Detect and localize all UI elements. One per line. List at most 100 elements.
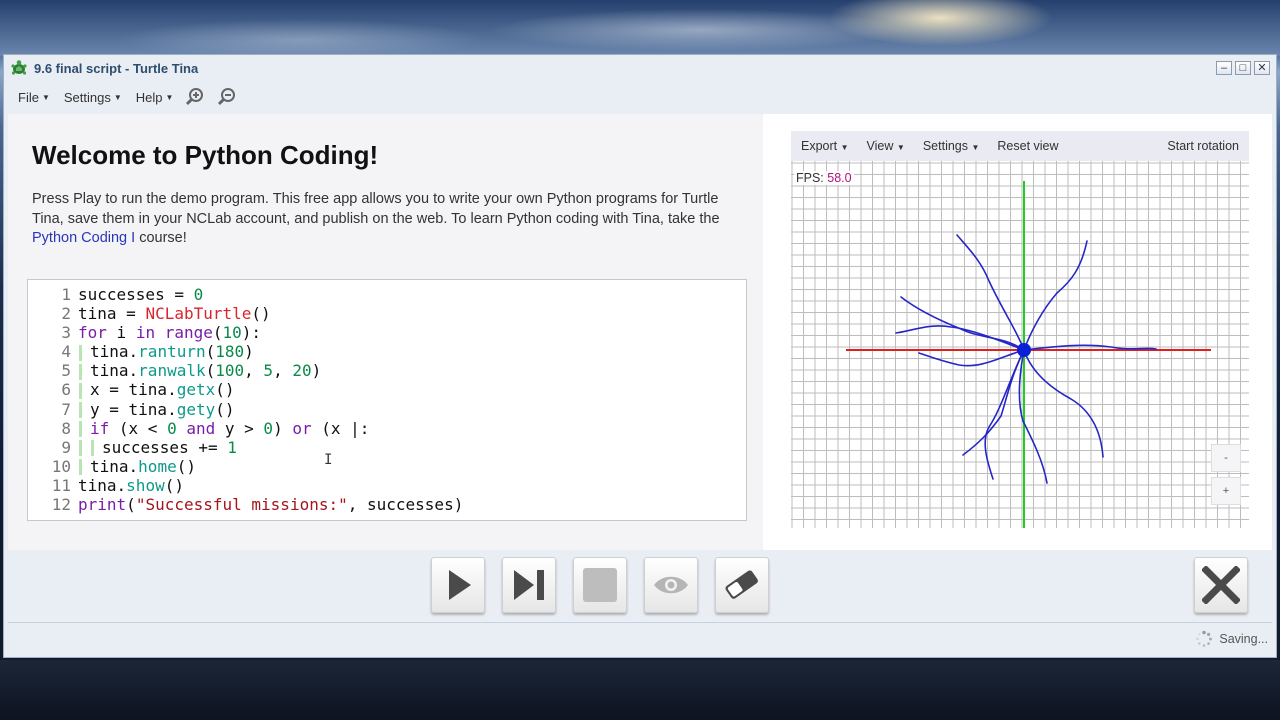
turtle-path <box>895 325 1025 351</box>
line-number: 9 <box>61 437 71 457</box>
code-token: 10 <box>222 323 242 343</box>
chevron-down-icon: ▼ <box>165 92 174 102</box>
start-rotation-button[interactable]: Start rotation <box>1167 139 1239 153</box>
stop-button[interactable] <box>573 557 627 613</box>
code-line[interactable]: 3 for i in range(10): <box>28 323 463 342</box>
code-text: successes += 1 <box>78 438 237 457</box>
code-line[interactable]: 8 if (x < 0 and y > 0) or (x |: <box>28 419 463 438</box>
stop-icon <box>583 568 617 602</box>
turtle-icon <box>11 60 27 75</box>
watch-button[interactable] <box>644 557 698 613</box>
canvas-menu-export[interactable]: Export ▼ <box>801 139 849 153</box>
code-token: in <box>135 323 156 343</box>
line-number: 1 <box>61 285 71 304</box>
code-token: ranwalk <box>138 361 206 381</box>
line-number: 7 <box>61 399 71 419</box>
code-text: print("Successful missions:", successes) <box>78 495 463 514</box>
code-text: tina.show() <box>78 476 184 495</box>
code-text: y = tina.gety() <box>78 400 235 419</box>
code-line[interactable]: 7 y = tina.gety() <box>28 400 463 419</box>
export-label: Export <box>801 139 838 153</box>
code-token: () <box>215 399 235 419</box>
code-token: ) <box>311 361 322 381</box>
code-token: 0 <box>193 285 204 304</box>
window-title: 9.6 final script - Turtle Tina <box>34 60 199 76</box>
code-line[interactable]: 10 tina.home() <box>28 457 463 476</box>
menu-settings[interactable]: Settings ▼ <box>64 90 122 105</box>
code-line[interactable]: 4 tina.ranturn(180) <box>28 342 463 361</box>
menu-file[interactable]: File ▼ <box>18 90 50 105</box>
play-button[interactable] <box>431 557 485 613</box>
code-line[interactable]: 9 successes += 1 <box>28 438 463 457</box>
code-line[interactable]: 1 successes = 0 <box>28 285 463 304</box>
eraser-icon <box>725 570 758 599</box>
code-token: y = tina. <box>90 399 177 419</box>
zoom-out-button[interactable]: - <box>1211 444 1241 472</box>
code-token: if <box>90 418 110 438</box>
code-line[interactable]: 5 tina.ranwalk(100, 5, 20) <box>28 361 463 380</box>
canvas-menu-settings[interactable]: Settings ▼ <box>923 139 980 153</box>
desktop-sky <box>0 0 1280 56</box>
code-token: (x |: <box>311 418 370 438</box>
code-token: or <box>292 418 312 438</box>
code-token: ): <box>241 323 262 343</box>
play-icon <box>449 570 471 600</box>
canvas-toolbar: Export ▼ View ▼ Settings ▼ Reset view St… <box>791 131 1249 161</box>
code-lines: 1 successes = 0 2 tina = NCLabTurtle() 3 for … <box>28 285 464 514</box>
python-coding-link[interactable]: Python Coding I <box>32 230 135 246</box>
code-token: i <box>106 323 136 343</box>
code-token: print <box>78 495 127 515</box>
code-line[interactable]: 11 tina.show() <box>28 476 463 495</box>
step-button[interactable] <box>502 557 556 613</box>
app-window: 9.6 final script - Turtle Tina – □ ✕ Fil… <box>3 54 1277 658</box>
menu-file-label: File <box>18 89 39 105</box>
title-bar: 9.6 final script - Turtle Tina – □ ✕ <box>4 55 1276 81</box>
code-token: , <box>273 361 293 381</box>
code-token: ( <box>205 361 216 381</box>
turtle-path <box>956 234 1025 351</box>
maximize-icon[interactable]: □ <box>1235 61 1251 75</box>
close-button[interactable] <box>1194 557 1248 613</box>
turtle-plot[interactable] <box>791 161 1249 528</box>
status-text: Saving... <box>1219 631 1268 646</box>
turtle-path <box>918 349 1025 367</box>
eraser-button[interactable] <box>715 557 769 613</box>
code-line[interactable]: 2 tina = NCLabTurtle() <box>28 304 463 323</box>
code-token: tina. <box>78 475 127 495</box>
code-token: 100 <box>215 361 245 381</box>
code-line[interactable]: 12 print("Successful missions:", successe… <box>28 495 464 514</box>
indent-guide <box>91 440 94 457</box>
step-icon <box>514 570 544 600</box>
code-text: tina = NCLabTurtle() <box>78 304 271 323</box>
code-token: successes += <box>102 437 228 457</box>
desktop-landscape <box>0 660 1280 720</box>
indent-guide <box>79 402 82 419</box>
code-token: 0 <box>167 418 177 438</box>
main-content: Welcome to Python Coding! Press Play to … <box>8 114 1272 550</box>
line-number: 11 <box>51 475 71 495</box>
zoom-in-icon[interactable] <box>185 87 205 107</box>
minimize-icon[interactable]: – <box>1216 61 1232 75</box>
code-line[interactable]: 6 x = tina.getx() <box>28 380 463 399</box>
turtle-path <box>984 349 1025 480</box>
spinner-icon <box>1196 630 1213 647</box>
reset-view-button[interactable]: Reset view <box>997 139 1058 153</box>
menu-bar: File ▼ Settings ▼ Help ▼ <box>4 81 1276 113</box>
canvas-menu-view[interactable]: View ▼ <box>867 139 905 153</box>
fps-value: 58.0 <box>827 171 852 185</box>
line-number: 4 <box>61 342 71 362</box>
menu-help[interactable]: Help ▼ <box>136 90 174 105</box>
close-icon[interactable]: ✕ <box>1254 61 1270 75</box>
menu-settings-label: Settings <box>63 89 111 105</box>
chevron-down-icon: ▼ <box>41 92 50 102</box>
code-editor[interactable]: 1 successes = 0 2 tina = NCLabTurtle() 3 for … <box>27 279 747 521</box>
fps-label: FPS: <box>796 171 824 185</box>
turtle-canvas-pane: Export ▼ View ▼ Settings ▼ Reset view St… <box>763 114 1272 550</box>
intro-text-before: Press Play to run the demo program. This… <box>32 191 720 227</box>
zoom-in-button[interactable]: + <box>1211 477 1241 505</box>
code-token: () <box>176 456 196 476</box>
indent-guide <box>79 344 82 361</box>
zoom-out-icon[interactable] <box>217 87 237 107</box>
